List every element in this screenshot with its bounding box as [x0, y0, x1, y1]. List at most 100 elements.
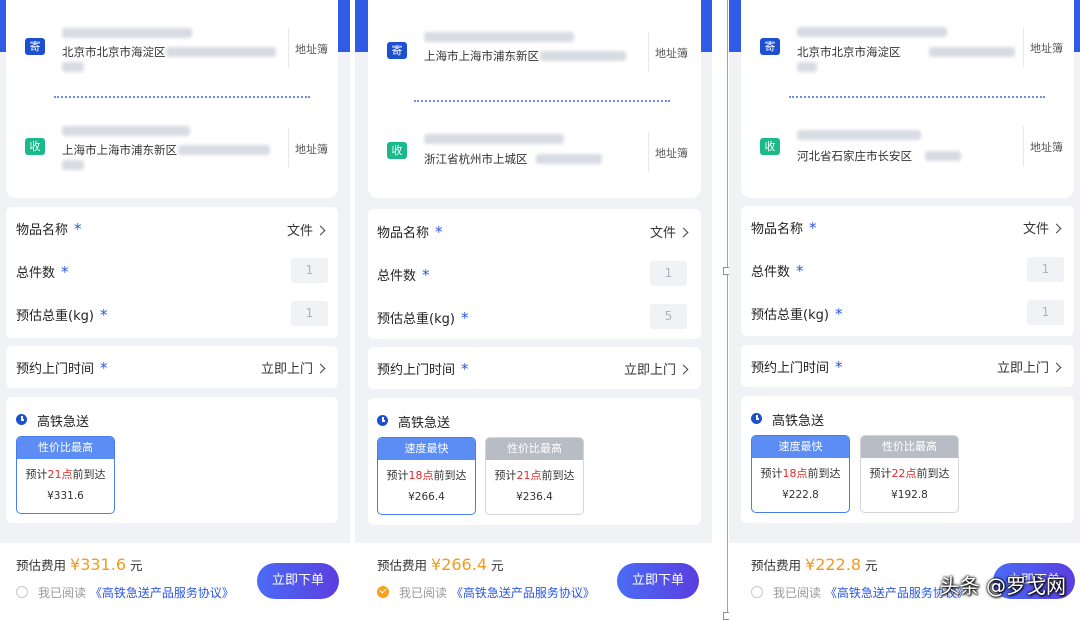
divider	[648, 32, 649, 72]
item-name-selector[interactable]: 文件	[650, 222, 689, 241]
required-star: *	[422, 266, 430, 284]
item-count-label: 总件数 *	[16, 263, 69, 281]
item-name-selector[interactable]: 文件	[1023, 218, 1062, 237]
agreement-link[interactable]: 《高铁急送产品服务协议》	[451, 586, 595, 600]
weight-label: 预估总重(kg) *	[377, 309, 469, 327]
required-star: *	[435, 223, 443, 241]
receiver-address: 浙江省杭州市上城区	[424, 152, 528, 166]
service-title: 高铁急送	[37, 415, 90, 430]
sender-address: 北京市北京市海淀区	[62, 45, 166, 59]
place-order-button[interactable]: 立即下单	[257, 563, 339, 599]
option-badge: 性价比最高	[486, 438, 583, 460]
service-option-best-value[interactable]: 性价比最高 预计21点前到达 ¥236.4	[485, 437, 584, 515]
screenshot-stage: 寄 北京市北京市海淀区 地址簿 收 上海市上海市浦东新区 地址簿 物品名称*	[0, 0, 1080, 620]
required-star: *	[835, 358, 843, 376]
sender-address-book-link[interactable]: 地址簿	[1030, 40, 1063, 56]
agreement-checkbox[interactable]	[16, 586, 28, 598]
clock-icon	[751, 413, 762, 424]
address-card: 寄 北京市北京市海淀区 地址簿 收 上海市上海市浦东新区 地址簿	[6, 0, 338, 198]
address-card: 寄 北京市北京市海淀区 地址簿 收 河北省石家庄市长安区 地址簿	[741, 0, 1074, 198]
required-star: *	[796, 262, 804, 280]
receiver-tag: 收	[760, 138, 780, 155]
chevron-right-icon	[315, 363, 326, 374]
pickup-time-selector[interactable]: 立即上门	[997, 357, 1062, 376]
sender-address-book-link[interactable]: 地址簿	[655, 45, 688, 61]
receiver-tag: 收	[25, 138, 45, 155]
receiver-row[interactable]: 收 河北省石家庄市长安区 地址簿	[741, 114, 1074, 174]
sender-address: 上海市上海市浦东新区	[424, 49, 539, 63]
weight-input[interactable]: 1	[1027, 300, 1064, 325]
receiver-address: 河北省石家庄市长安区	[797, 149, 912, 163]
estimated-fee: 预估费用 ¥331.6 元	[16, 555, 143, 574]
service-option-fastest[interactable]: 速度最快 预计18点前到达 ¥222.8	[751, 435, 850, 513]
pickup-time-label: 预约上门时间 *	[751, 358, 843, 376]
item-name-label: 物品名称 *	[751, 219, 817, 237]
option-price: ¥331.6	[47, 490, 84, 502]
service-card: 高铁急送 速度最快 预计18点前到达 ¥266.4 性价比最高 预计21点前到达…	[368, 398, 701, 525]
sender-row[interactable]: 寄 上海市上海市浦东新区 地址簿	[368, 20, 701, 80]
sender-row[interactable]: 寄 北京市北京市海淀区 地址簿	[6, 18, 338, 78]
sender-name-redacted	[424, 32, 574, 42]
order-panel-1: 寄 北京市北京市海淀区 地址簿 收 上海市上海市浦东新区 地址簿 物品名称*	[0, 0, 350, 620]
service-option-best-value[interactable]: 性价比最高 预计21点前到达 ¥331.6	[16, 436, 115, 514]
agreement-checkbox-checked[interactable]	[377, 586, 389, 598]
pickup-time-card[interactable]: 预约上门时间 * 立即上门	[6, 346, 338, 388]
clock-icon	[377, 415, 388, 426]
service-option-fastest[interactable]: 速度最快 预计18点前到达 ¥266.4	[377, 437, 476, 515]
pickup-time-card[interactable]: 预约上门时间 * 立即上门	[368, 347, 701, 389]
sender-tag: 寄	[760, 38, 780, 55]
receiver-row[interactable]: 收 浙江省杭州市上城区 地址簿	[368, 118, 701, 178]
sender-address-book-link[interactable]: 地址簿	[295, 41, 328, 57]
option-badge: 速度最快	[378, 438, 475, 460]
weight-label: 预估总重(kg) *	[751, 305, 843, 323]
agreement-text: 我已阅读 《高铁急送产品服务协议》	[38, 586, 234, 600]
option-price: ¥236.4	[516, 491, 553, 503]
sender-tag: 寄	[25, 38, 45, 55]
pickup-time-label: 预约上门时间 *	[16, 359, 108, 377]
weight-input[interactable]: 1	[291, 301, 328, 326]
image-divider	[727, 0, 728, 620]
item-count-input[interactable]: 1	[1027, 257, 1064, 282]
required-star: *	[100, 359, 108, 377]
sender-address: 北京市北京市海淀区	[797, 45, 901, 59]
item-count-input[interactable]: 1	[291, 258, 328, 283]
dotted-separator	[414, 100, 670, 102]
receiver-tag: 收	[387, 142, 407, 159]
service-option-best-value[interactable]: 性价比最高 预计22点前到达 ¥192.8	[860, 435, 959, 513]
item-count-label: 总件数 *	[377, 266, 430, 284]
receiver-address-book-link[interactable]: 地址簿	[655, 145, 688, 161]
item-details-card: 物品名称 * 文件 总件数 * 1 预估总重(kg) * 1	[6, 207, 338, 338]
pickup-time-card[interactable]: 预约上门时间 * 立即上门	[741, 345, 1074, 387]
agreement-link[interactable]: 《高铁急送产品服务协议》	[90, 586, 234, 600]
estimated-fee: 预估费用 ¥222.8 元	[751, 555, 878, 574]
receiver-name-redacted	[62, 126, 190, 136]
option-eta: 预计18点前到达	[760, 467, 841, 480]
sender-name-redacted	[797, 27, 947, 37]
weight-input[interactable]: 5	[650, 304, 687, 329]
required-star: *	[99, 306, 108, 324]
sender-row[interactable]: 寄 北京市北京市海淀区 地址簿	[741, 17, 1074, 77]
chevron-right-icon	[678, 364, 689, 375]
divider	[1023, 126, 1024, 166]
agreement-text: 我已阅读 《高铁急送产品服务协议》	[399, 586, 595, 600]
required-star: *	[61, 263, 69, 281]
service-card: 高铁急送 速度最快 预计18点前到达 ¥222.8 性价比最高 预计22点前到达…	[741, 396, 1074, 523]
place-order-button[interactable]: 立即下单	[617, 563, 699, 599]
item-name-selector[interactable]: 文件	[287, 220, 326, 239]
item-count-input[interactable]: 1	[650, 261, 687, 286]
agreement-checkbox[interactable]	[751, 586, 763, 598]
pickup-time-selector[interactable]: 立即上门	[261, 358, 326, 377]
required-star: *	[74, 220, 82, 238]
checkout-bar: 预估费用 ¥331.6 元 我已阅读 《高铁急送产品服务协议》 立即下单	[0, 543, 350, 620]
receiver-row[interactable]: 收 上海市上海市浦东新区 地址簿	[6, 114, 338, 174]
option-eta: 预计22点前到达	[869, 467, 950, 480]
sender-address-redacted	[540, 51, 626, 61]
option-eta: 预计21点前到达	[494, 469, 575, 482]
receiver-address-redacted	[178, 145, 270, 155]
receiver-address: 上海市上海市浦东新区	[62, 143, 177, 157]
receiver-address-book-link[interactable]: 地址簿	[295, 141, 328, 157]
pickup-time-selector[interactable]: 立即上门	[624, 359, 689, 378]
option-badge: 性价比最高	[17, 437, 114, 459]
option-price: ¥266.4	[408, 491, 445, 503]
receiver-address-book-link[interactable]: 地址簿	[1030, 139, 1063, 155]
